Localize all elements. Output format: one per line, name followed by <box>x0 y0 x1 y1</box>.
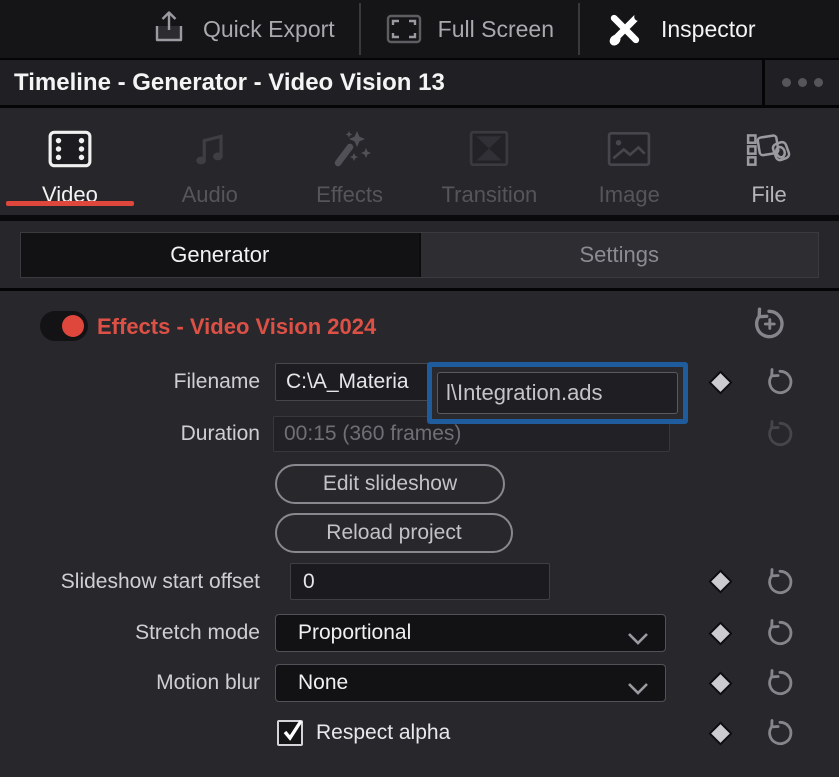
keyframe-add-reset-icon[interactable] <box>750 305 788 348</box>
subtab-bar: Generator Settings <box>0 221 839 291</box>
motion-blur-row: Motion blur None <box>0 664 839 702</box>
effects-icon <box>327 124 373 174</box>
section-title: Effects - Video Vision 2024 <box>97 314 376 340</box>
page-title: Timeline - Generator - Video Vision 13 <box>0 69 445 97</box>
motion-blur-value: None <box>298 671 348 695</box>
ellipsis-icon <box>782 78 791 87</box>
motion-blur-dropdown[interactable]: None <box>275 664 666 702</box>
reset-icon[interactable] <box>764 667 796 699</box>
duration-row: Duration <box>0 416 839 452</box>
stretch-mode-row: Stretch mode Proportional <box>0 614 839 652</box>
reload-project-button[interactable]: Reload project <box>275 513 513 553</box>
quick-export-label: Quick Export <box>203 16 335 43</box>
reset-icon[interactable] <box>764 366 796 398</box>
filename-label: Filename <box>0 370 260 394</box>
respect-alpha-row: Respect alpha <box>0 715 839 751</box>
tab-audio-label: Audio <box>182 182 238 208</box>
keyframe-diamond-icon[interactable] <box>706 719 735 748</box>
filename-overflow-tooltip: l\Integration.ads <box>427 362 688 424</box>
toolbar-divider <box>578 3 580 55</box>
keyframe-diamond-icon[interactable] <box>706 567 735 596</box>
edit-slideshow-button[interactable]: Edit slideshow <box>275 464 505 504</box>
inspector-icon <box>604 8 646 50</box>
chevron-down-icon <box>627 678 649 702</box>
ellipsis-icon <box>814 78 823 87</box>
reset-icon-disabled <box>764 418 796 450</box>
slideshow-start-offset-row: Slideshow start offset <box>0 563 839 600</box>
slideshow-start-offset-input[interactable] <box>290 563 550 600</box>
stretch-mode-label: Stretch mode <box>0 621 260 645</box>
inspector-tabs: Video Audio Effects <box>0 108 839 221</box>
filename-overflow-text: l\Integration.ads <box>437 372 678 414</box>
subtab-generator[interactable]: Generator <box>21 233 421 277</box>
tab-video[interactable]: Video <box>0 108 140 215</box>
file-icon <box>745 124 793 174</box>
effects-enable-toggle[interactable] <box>40 311 88 341</box>
checkmark-icon <box>278 716 308 746</box>
top-toolbar: Quick Export Full Screen I <box>0 0 839 60</box>
toolbar-divider <box>359 3 361 55</box>
keyframe-diamond-icon[interactable] <box>706 669 735 698</box>
quick-export-icon <box>150 9 188 49</box>
ellipsis-icon <box>798 78 807 87</box>
reset-icon[interactable] <box>764 717 796 749</box>
reset-icon[interactable] <box>764 566 796 598</box>
tab-effects[interactable]: Effects <box>280 108 420 215</box>
respect-alpha-checkbox[interactable] <box>277 720 303 746</box>
toggle-knob <box>62 315 84 337</box>
more-options-button[interactable] <box>762 60 839 105</box>
video-icon <box>47 124 93 174</box>
transition-icon <box>468 124 510 174</box>
full-screen-label: Full Screen <box>438 16 554 43</box>
tab-file-label: File <box>751 182 786 208</box>
inspector-label: Inspector <box>661 16 756 43</box>
keyframe-diamond-icon[interactable] <box>706 619 735 648</box>
tab-image-label: Image <box>599 182 660 208</box>
filename-row: Filename <box>0 363 839 401</box>
stretch-mode-dropdown[interactable]: Proportional <box>275 614 666 652</box>
image-icon <box>607 124 651 174</box>
tab-video-label: Video <box>42 182 98 208</box>
reset-icon[interactable] <box>764 617 796 649</box>
full-screen-button[interactable]: Full Screen <box>385 13 554 45</box>
subtab-settings[interactable]: Settings <box>421 233 819 277</box>
tab-effects-label: Effects <box>316 182 383 208</box>
tab-file[interactable]: File <box>699 108 839 215</box>
quick-export-button[interactable]: Quick Export <box>150 9 335 49</box>
respect-alpha-label: Respect alpha <box>316 721 450 745</box>
audio-icon <box>189 124 231 174</box>
stretch-mode-value: Proportional <box>298 621 411 645</box>
tab-audio[interactable]: Audio <box>140 108 280 215</box>
duration-label: Duration <box>0 422 260 446</box>
inspector-title-bar: Timeline - Generator - Video Vision 13 <box>0 60 839 108</box>
chevron-down-icon <box>627 628 649 652</box>
generator-panel: Effects - Video Vision 2024 Filename l\I… <box>0 291 839 763</box>
subtab-segmented-control: Generator Settings <box>20 232 819 278</box>
motion-blur-label: Motion blur <box>0 671 260 695</box>
tab-image[interactable]: Image <box>559 108 699 215</box>
tab-transition[interactable]: Transition <box>419 108 559 215</box>
tab-transition-label: Transition <box>442 182 538 208</box>
keyframe-diamond-icon[interactable] <box>706 368 735 397</box>
inspector-button[interactable]: Inspector <box>604 8 756 50</box>
full-screen-icon <box>385 13 423 45</box>
slideshow-start-offset-label: Slideshow start offset <box>0 570 260 594</box>
